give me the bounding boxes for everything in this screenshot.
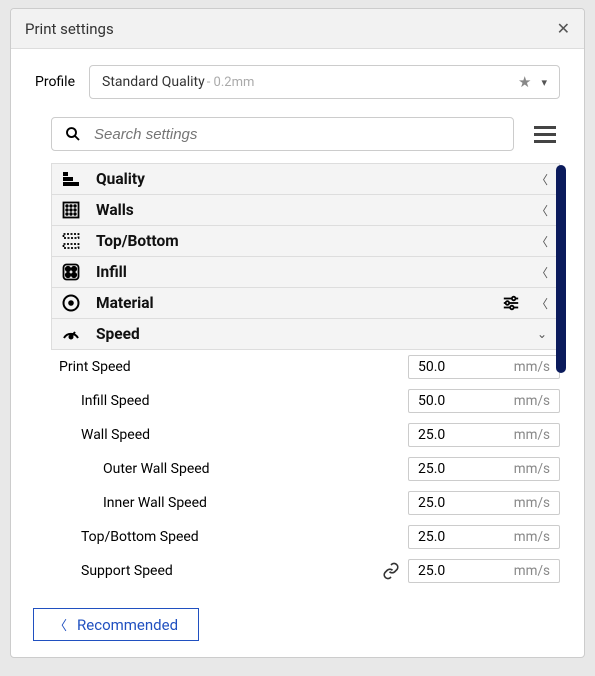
recommended-button[interactable]: 〈 Recommended <box>33 608 199 641</box>
profile-sub: - 0.2mm <box>207 75 255 90</box>
value-input[interactable]: 25.0 mm/s <box>408 423 560 447</box>
section-label: Speed <box>96 325 487 343</box>
panel-titlebar: Print settings ✕ <box>11 9 584 49</box>
setting-support-speed: Support Speed 25.0 mm/s <box>51 554 560 588</box>
section-speed[interactable]: Speed ⌄ <box>51 318 560 350</box>
panel-title: Print settings <box>25 20 114 38</box>
setting-label: Top/Bottom Speed <box>59 529 408 545</box>
setting-wall-speed: Wall Speed 25.0 mm/s <box>51 418 560 452</box>
chevron-left-icon: 〈 <box>535 264 549 281</box>
close-icon[interactable]: ✕ <box>557 19 570 38</box>
section-material[interactable]: Material 〈 <box>51 287 560 318</box>
value-input[interactable]: 25.0 mm/s <box>408 559 560 583</box>
chevron-left-icon: 〈 <box>535 171 549 188</box>
speed-icon <box>60 323 82 345</box>
chevron-down-icon: ▾ <box>541 76 547 89</box>
material-icon <box>60 292 82 314</box>
section-quality[interactable]: Quality 〈 <box>51 163 560 194</box>
chevron-left-icon: 〈 <box>535 233 549 250</box>
setting-print-speed: Print Speed 50.0 mm/s <box>51 350 560 384</box>
setting-label: Inner Wall Speed <box>59 495 408 511</box>
chevron-left-icon: 〈 <box>54 615 67 634</box>
value-input[interactable]: 25.0 mm/s <box>408 491 560 515</box>
value-input[interactable]: 50.0 mm/s <box>408 355 560 379</box>
print-settings-panel: Print settings ✕ Profile Standard Qualit… <box>10 8 585 658</box>
chevron-down-icon: ⌄ <box>535 327 549 341</box>
section-label: Walls <box>96 201 487 219</box>
setting-label: Outer Wall Speed <box>59 461 408 477</box>
search-row <box>11 111 584 163</box>
search-box[interactable] <box>51 117 514 151</box>
section-label: Material <box>96 294 487 312</box>
setting-topbottom-speed: Top/Bottom Speed 25.0 mm/s <box>51 520 560 554</box>
chevron-left-icon: 〈 <box>535 295 549 312</box>
setting-label: Support Speed <box>59 563 382 579</box>
section-topbottom[interactable]: Top/Bottom 〈 <box>51 225 560 256</box>
sliders-icon[interactable] <box>501 294 521 312</box>
section-infill[interactable]: Infill 〈 <box>51 256 560 287</box>
profile-select[interactable]: Standard Quality - 0.2mm ★ ▾ <box>89 65 560 99</box>
value-input[interactable]: 25.0 mm/s <box>408 525 560 549</box>
star-icon[interactable]: ★ <box>518 73 531 91</box>
link-icon[interactable] <box>382 562 400 580</box>
scrollbar[interactable] <box>556 165 566 373</box>
setting-outer-wall-speed: Outer Wall Speed 25.0 mm/s <box>51 452 560 486</box>
settings-list: Quality 〈 Walls 〈 Top/Bottom 〈 Infill <box>11 163 584 592</box>
setting-inner-wall-speed: Inner Wall Speed 25.0 mm/s <box>51 486 560 520</box>
section-label: Quality <box>96 170 487 188</box>
value-input[interactable]: 50.0 mm/s <box>408 389 560 413</box>
profile-name: Standard Quality <box>102 74 205 90</box>
topbottom-icon <box>60 230 82 252</box>
infill-icon <box>60 261 82 283</box>
quality-icon <box>60 168 82 190</box>
search-icon <box>64 125 82 143</box>
chevron-left-icon: 〈 <box>535 202 549 219</box>
recommended-label: Recommended <box>77 616 178 634</box>
walls-icon <box>60 199 82 221</box>
value-input[interactable]: 25.0 mm/s <box>408 457 560 481</box>
setting-label: Infill Speed <box>59 393 408 409</box>
profile-label: Profile <box>35 74 75 90</box>
section-walls[interactable]: Walls 〈 <box>51 194 560 225</box>
setting-label: Wall Speed <box>59 427 408 443</box>
menu-icon[interactable] <box>530 120 560 149</box>
search-input[interactable] <box>94 126 501 143</box>
section-label: Infill <box>96 263 487 281</box>
setting-label: Print Speed <box>59 359 408 375</box>
panel-footer: 〈 Recommended <box>11 592 584 657</box>
profile-row: Profile Standard Quality - 0.2mm ★ ▾ <box>11 49 584 111</box>
section-label: Top/Bottom <box>96 232 487 250</box>
setting-infill-speed: Infill Speed 50.0 mm/s <box>51 384 560 418</box>
